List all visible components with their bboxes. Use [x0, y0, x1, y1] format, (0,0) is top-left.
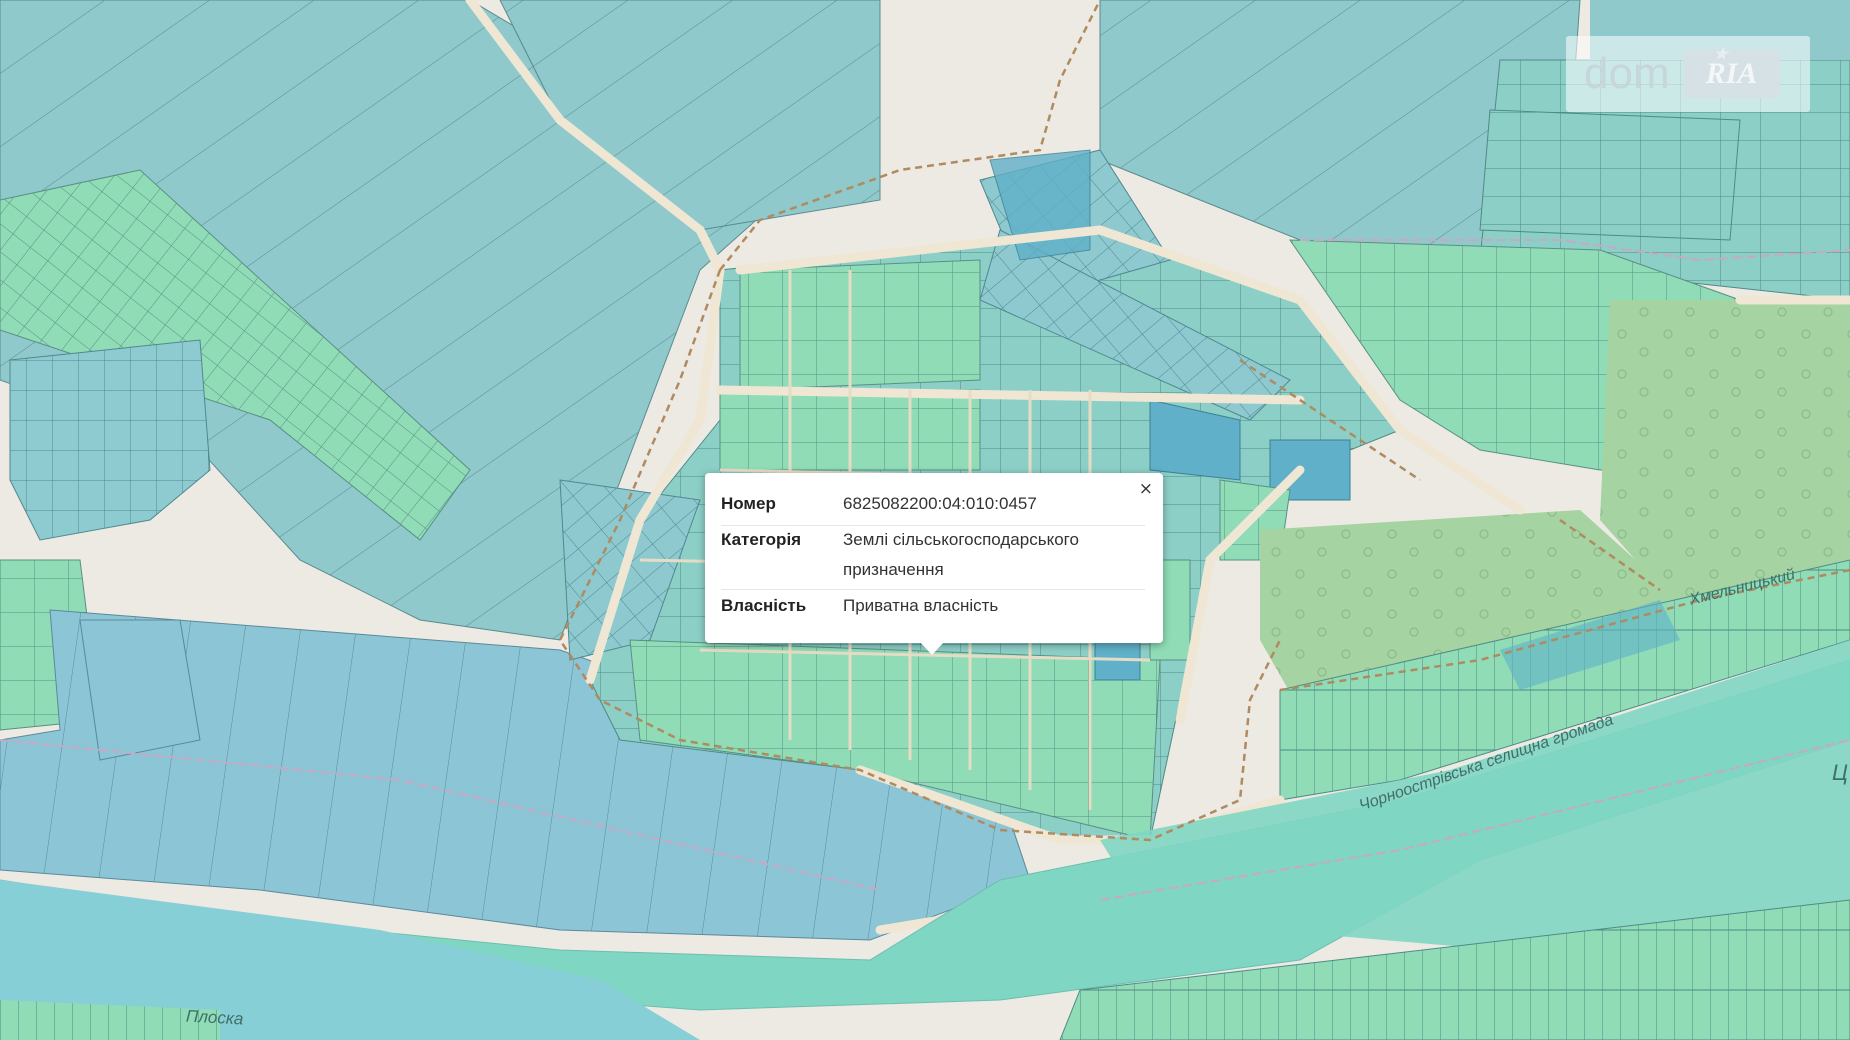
popup-value-number: 6825082200:04:010:0457 — [843, 494, 1037, 513]
popup-row-number: Номер 6825082200:04:010:0457 — [721, 489, 1145, 526]
popup-key-number: Номер — [721, 494, 776, 513]
logo-dom-text: dom — [1584, 49, 1670, 98]
popup-row-category: Категорія Землі сільськогосподарського п… — [721, 525, 1145, 590]
popup-row-ownership: Власність Приватна власність — [721, 591, 1145, 627]
logo-ria-badge: ★ RIA — [1683, 46, 1780, 98]
popup-value-ownership: Приватна власність — [843, 596, 999, 615]
river-label: Плоска — [185, 1006, 244, 1029]
popup-pointer — [920, 642, 944, 655]
popup-value-category: Землі сільськогосподарського призначення — [843, 530, 1079, 579]
popup-key-category: Категорія — [721, 530, 802, 549]
edge-label: Ц — [1832, 760, 1848, 785]
star-icon: ★ — [1713, 46, 1728, 63]
parcel-info-popup: × Номер 6825082200:04:010:0457 Категорія… — [705, 473, 1163, 643]
popup-key-ownership: Власність — [721, 596, 807, 615]
domria-logo: dom ★ RIA — [1566, 36, 1810, 112]
